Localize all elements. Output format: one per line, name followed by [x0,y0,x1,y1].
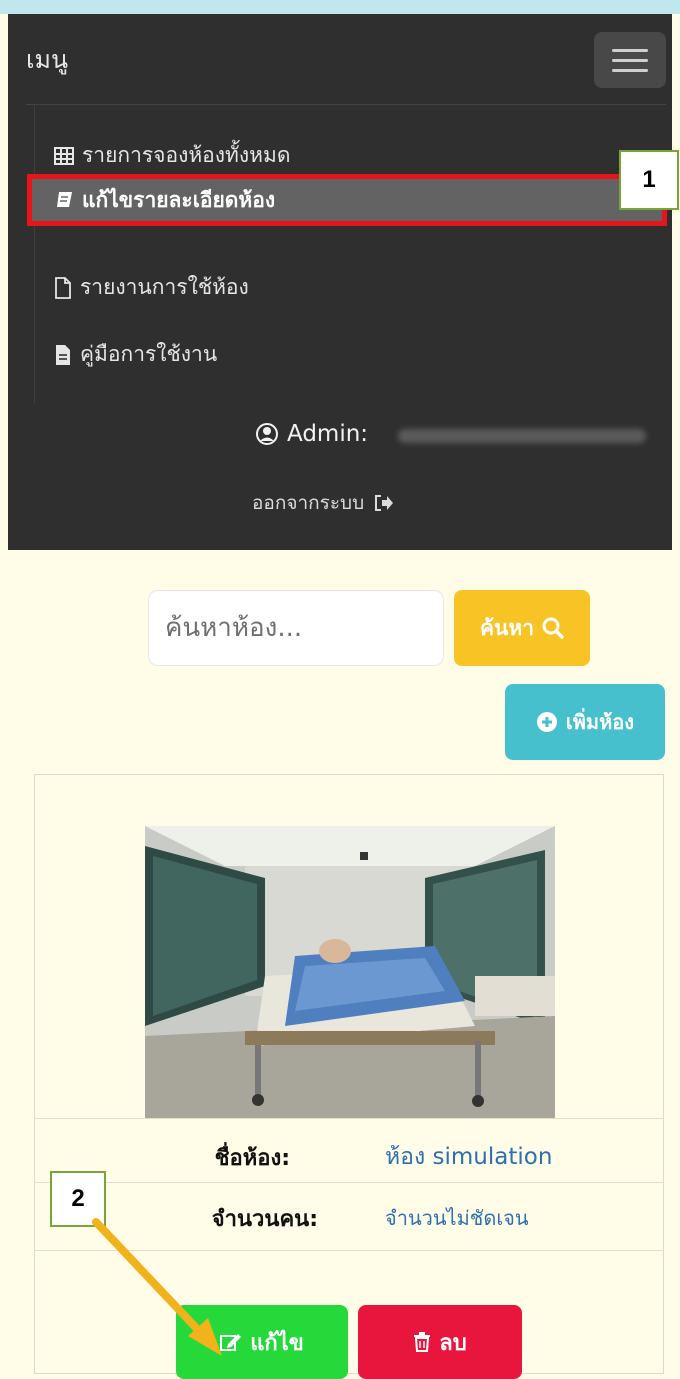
delete-button[interactable]: ลบ [358,1305,522,1379]
menu-left-rule [34,104,35,404]
card-divider [34,1250,664,1251]
callout-2: 2 [50,1171,106,1227]
file-outline-icon [55,276,71,299]
admin-user: Admin: [255,421,368,447]
user-circle-icon [256,423,278,445]
add-room-button[interactable]: เพิ่มห้อง [505,684,665,760]
navbar-toggle-button[interactable] [594,32,666,88]
add-room-label: เพิ่มห้อง [565,710,635,734]
edit-icon [220,1334,242,1351]
menu-item-usage-report[interactable]: รายงานการใช้ห้อง [54,271,249,304]
delete-button-label: ลบ [439,1330,467,1356]
card-divider [34,1118,664,1119]
logout-link[interactable]: ออกจากระบบ [252,488,394,518]
search-icon [542,617,564,639]
file-text-icon [56,344,70,365]
trash-icon [414,1332,431,1352]
table-icon [54,146,74,165]
edit-button[interactable]: แก้ไข [176,1305,348,1379]
room-photo [145,826,555,1118]
menu-item-manual[interactable]: คู่มือการใช้งาน [54,338,217,371]
search-button-label: ค้นหา [479,615,535,640]
room-name-value: ห้อง simulation [385,1144,553,1170]
logout-label: ออกจากระบบ [252,492,365,514]
menu-item-all-bookings[interactable]: รายการจองห้องทั้งหมด [54,139,290,172]
menu-item-edit-room[interactable]: แก้ไขรายละเอียดห้อง [27,174,667,226]
hamburger-icon-bar-2 [612,59,648,62]
search-button[interactable]: ค้นหา [454,590,590,666]
book-icon [57,192,72,207]
admin-label: Admin: [287,421,369,447]
edit-button-label: แก้ไข [250,1330,304,1356]
navbar-divider [26,104,666,105]
top-strip [0,0,680,14]
plus-circle-icon [536,712,557,732]
hamburger-icon [612,49,648,52]
sign-out-icon [375,495,394,511]
navbar-brand[interactable]: เมนู [26,40,68,80]
capacity-label: จำนวนคน: [211,1207,318,1232]
room-name-label: ชื่อห้อง: [214,1146,290,1171]
menu-item-label: คู่มือการใช้งาน [80,342,218,366]
card-divider [34,1182,664,1183]
menu-item-label: รายงานการใช้ห้อง [80,275,249,299]
admin-name-redacted [398,429,646,443]
menu-item-label: แก้ไขรายละเอียดห้อง [82,187,276,212]
capacity-value: จำนวนไม่ชัดเจน [385,1206,529,1230]
hamburger-icon-bar-3 [612,69,648,72]
room-search-input[interactable] [148,590,444,666]
callout-1: 1 [619,150,679,210]
room-photo-illustration [145,826,555,1118]
menu-item-label: รายการจองห้องทั้งหมด [82,143,291,167]
